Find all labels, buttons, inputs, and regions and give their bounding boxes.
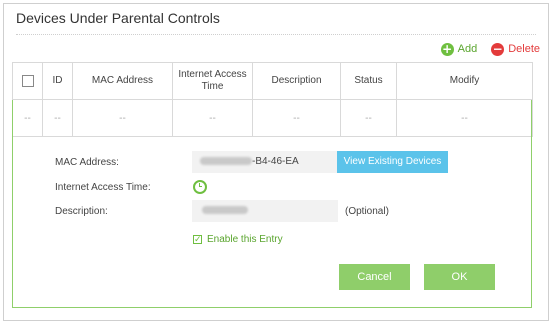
mac-address-value: -B4-46-EA <box>252 156 299 167</box>
select-all-header <box>12 62 43 100</box>
cell-mac: -- <box>72 99 173 137</box>
cell-description: -- <box>252 99 341 137</box>
cell-status: -- <box>340 99 397 137</box>
table-actions: + Add − Delete <box>440 40 540 58</box>
table-row: -- -- -- -- -- -- -- <box>12 99 533 137</box>
enable-entry-label: Enable this Entry <box>207 234 283 245</box>
header-modify: Modify <box>396 62 533 100</box>
view-existing-devices-button[interactable]: View Existing Devices <box>337 151 448 173</box>
select-all-checkbox[interactable] <box>21 74 34 87</box>
ok-button[interactable]: OK <box>424 264 495 290</box>
add-button[interactable]: + Add <box>440 41 478 56</box>
header-id: ID <box>42 62 73 100</box>
mac-address-input[interactable]: -B4-46-EA <box>192 151 338 173</box>
internet-access-time-label: Internet Access Time: <box>55 182 151 193</box>
description-redacted <box>202 206 248 215</box>
plus-circle-icon: + <box>440 41 454 56</box>
enable-entry-checkbox[interactable]: ✓ <box>193 235 202 245</box>
header-description: Description <box>252 62 341 100</box>
header-internet-access-time: Internet Access Time <box>172 62 253 100</box>
delete-button[interactable]: − Delete <box>491 41 540 56</box>
add-label: Add <box>457 43 478 55</box>
cell-select: -- <box>12 99 43 137</box>
title-divider <box>16 34 536 35</box>
cell-time: -- <box>172 99 253 137</box>
delete-label: Delete <box>508 43 540 55</box>
header-status: Status <box>340 62 397 100</box>
table-header-row: ID MAC Address Internet Access Time Desc… <box>12 62 533 100</box>
devices-table: ID MAC Address Internet Access Time Desc… <box>12 62 533 137</box>
mac-prefix-redacted <box>200 157 252 166</box>
clock-icon[interactable] <box>193 180 207 194</box>
cancel-button[interactable]: Cancel <box>339 264 410 290</box>
optional-hint: (Optional) <box>345 206 389 217</box>
cell-id: -- <box>42 99 73 137</box>
mac-address-label: MAC Address: <box>55 157 119 168</box>
cell-modify: -- <box>396 99 533 137</box>
header-mac-address: MAC Address <box>72 62 173 100</box>
description-label: Description: <box>55 206 108 217</box>
description-input[interactable] <box>192 200 338 222</box>
panel-title: Devices Under Parental Controls <box>16 10 220 26</box>
minus-circle-icon: − <box>491 41 505 56</box>
